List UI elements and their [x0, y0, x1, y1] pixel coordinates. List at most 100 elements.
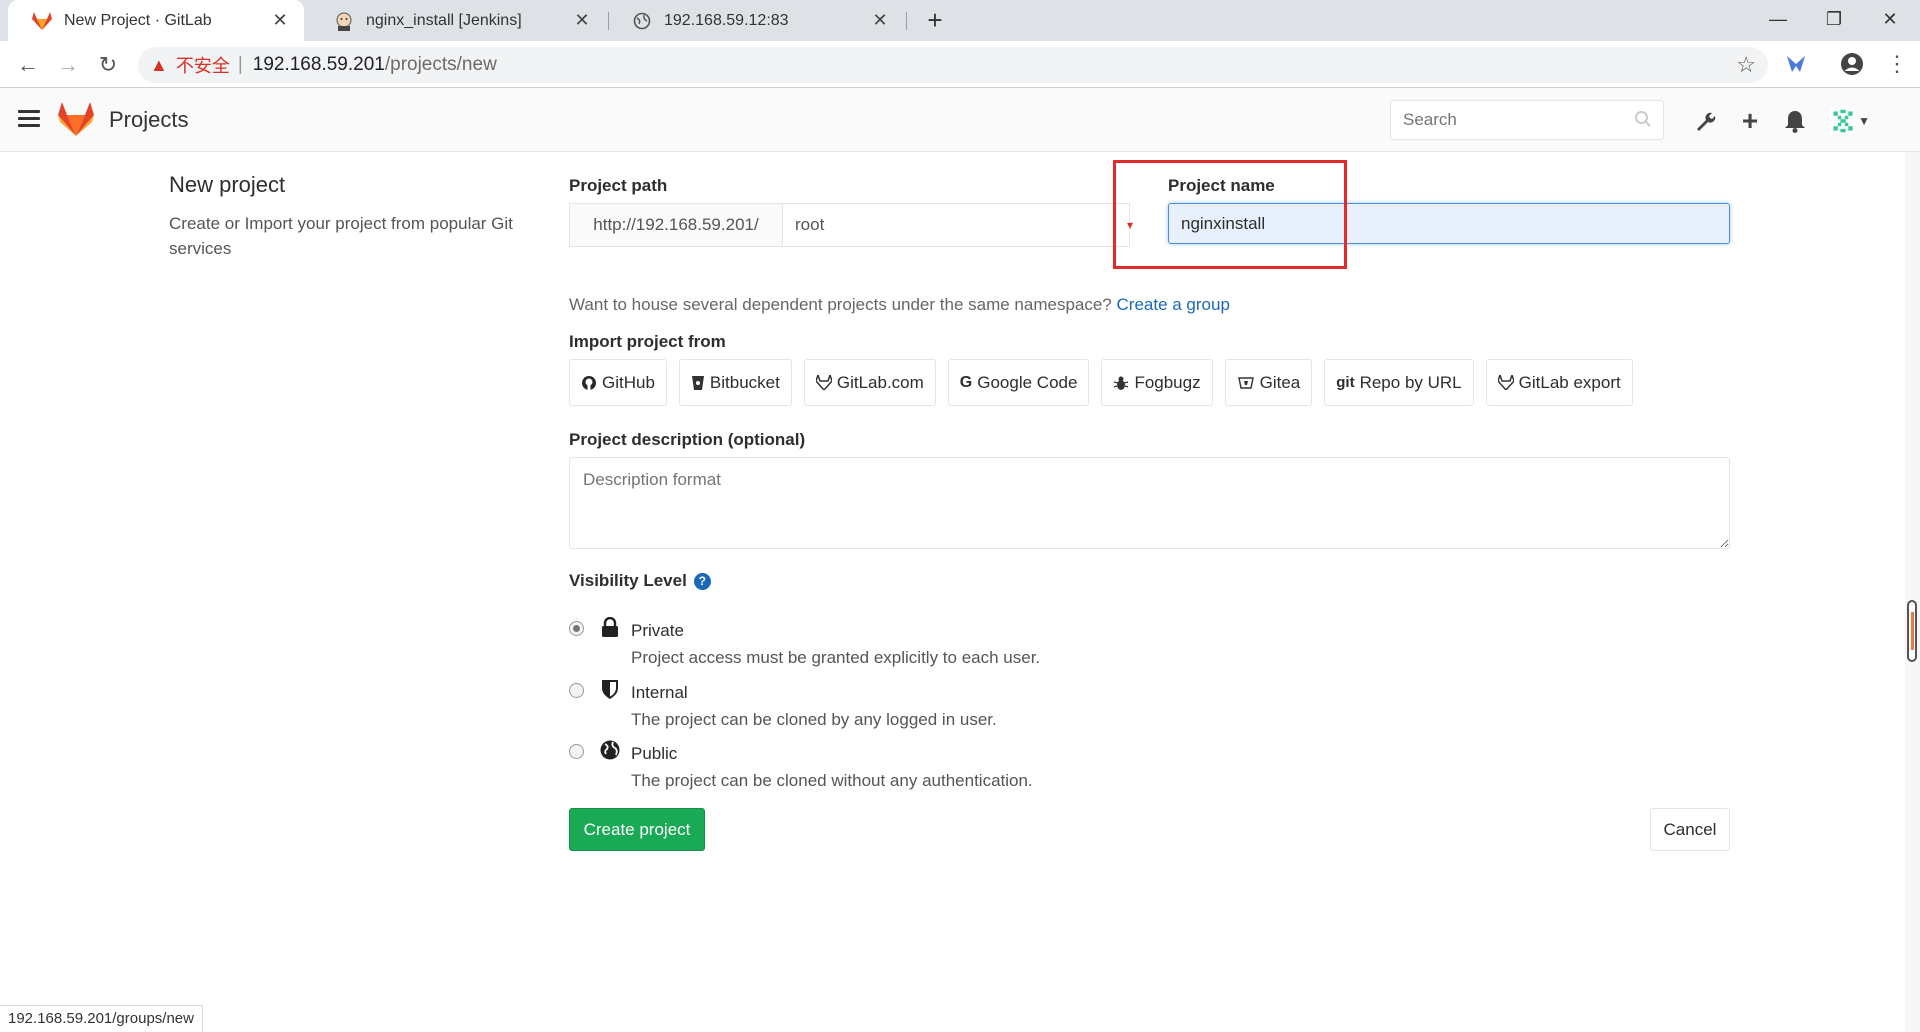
close-window-button[interactable]: ✕	[1862, 0, 1918, 41]
tab-jenkins[interactable]: nginx_install [Jenkins] ✕	[310, 0, 606, 41]
tab-ip[interactable]: 192.168.59.12:83 ✕	[608, 0, 904, 41]
import-source-label: GitHub	[602, 372, 655, 392]
scrollbar-thumb[interactable]	[1907, 600, 1917, 662]
search-input[interactable]	[1390, 100, 1664, 140]
minimize-button[interactable]: —	[1750, 0, 1806, 41]
cancel-button[interactable]: Cancel	[1650, 808, 1730, 851]
visibility-description: The project can be cloned without any au…	[631, 771, 1033, 790]
extension-icon[interactable]	[1785, 54, 1807, 79]
project-path-group: http://192.168.59.201/ root ▾	[569, 203, 1133, 247]
import-source-label: Gitea	[1259, 372, 1301, 392]
lock-icon	[599, 615, 621, 639]
reload-button[interactable]: ↻	[92, 49, 124, 81]
visibility-label-text: Visibility Level	[569, 571, 687, 590]
browser-menu-icon[interactable]: ⋮	[1886, 51, 1908, 77]
new-project-info: New project Create or Import your projec…	[169, 172, 549, 261]
close-tab-icon[interactable]: ✕	[572, 10, 592, 31]
new-tab-button[interactable]: +	[920, 6, 950, 36]
close-tab-icon[interactable]: ✕	[870, 10, 890, 31]
chevron-down-icon: ▼	[1858, 114, 1870, 128]
tab-title: New Project · GitLab	[64, 11, 212, 29]
create-project-button[interactable]: Create project	[569, 808, 705, 851]
import-gitea-button[interactable]: Gitea	[1224, 359, 1313, 406]
url-host: 192.168.59.201	[252, 54, 385, 75]
bitbucket-icon	[691, 375, 705, 391]
notifications-bell-icon[interactable]	[1782, 108, 1808, 134]
account-icon[interactable]	[1840, 52, 1864, 81]
import-gitlab-export-button[interactable]: GitLab export	[1485, 359, 1633, 406]
browser-address-bar: ← → ↻ ▲ 不安全 | 192.168.59.201/projects/ne…	[0, 41, 1920, 88]
internal-radio[interactable]	[569, 683, 584, 698]
help-icon[interactable]: ?	[693, 572, 711, 590]
visibility-title: Public	[631, 744, 678, 763]
user-avatar[interactable]: ▼	[1830, 107, 1870, 135]
namespace-value: root	[795, 215, 825, 234]
bug-icon	[1113, 375, 1129, 391]
import-source-label: GitLab export	[1518, 372, 1621, 392]
import-source-label: GitLab.com	[836, 372, 924, 392]
gitea-icon	[1237, 375, 1255, 391]
bookmark-star-icon[interactable]: ☆	[1736, 52, 1756, 78]
link-status-bar: 192.168.59.201/groups/new	[0, 1005, 203, 1032]
import-sources: GitHub Bitbucket GitLab.com G Google Cod…	[569, 359, 1633, 406]
google-icon: G	[959, 373, 973, 391]
section-description: Create or Import your project from popul…	[169, 214, 513, 258]
namespace-hint-text: Want to house several dependent projects…	[569, 295, 1112, 314]
globe-icon	[599, 738, 621, 762]
gitlab-logo-icon[interactable]	[58, 102, 94, 141]
import-source-label: Bitbucket	[709, 372, 780, 392]
public-radio[interactable]	[569, 744, 584, 759]
project-description-textarea[interactable]	[569, 457, 1730, 549]
back-button[interactable]: ←	[12, 49, 44, 81]
visibility-label: Visibility Level ?	[569, 571, 711, 591]
gitlab-fox-icon	[32, 11, 52, 31]
hamburger-menu-icon[interactable]	[18, 110, 40, 131]
shield-icon	[599, 677, 621, 701]
tab-new-project[interactable]: New Project · GitLab ✕	[8, 0, 304, 41]
import-fogbugz-button[interactable]: Fogbugz	[1101, 359, 1213, 406]
import-source-label: Fogbugz	[1134, 372, 1201, 392]
import-repo-by-url-button[interactable]: git Repo by URL	[1324, 359, 1474, 406]
project-path-label: Project path	[569, 176, 668, 195]
visibility-description: The project can be cloned by any logged …	[631, 710, 997, 729]
jenkins-icon	[334, 11, 354, 31]
search-icon	[1634, 110, 1652, 133]
section-title: New project	[169, 172, 286, 197]
page-scrollbar[interactable]	[1905, 152, 1920, 1032]
insecure-label: 不安全	[175, 56, 230, 76]
gitlab-icon	[815, 375, 832, 390]
new-item-plus-icon[interactable]: +	[1737, 105, 1763, 136]
import-source-label: Google Code	[977, 372, 1078, 392]
tab-separator	[906, 12, 907, 30]
create-group-link[interactable]: Create a group	[1117, 295, 1230, 314]
url-divider: |	[237, 54, 243, 75]
tab-title: 192.168.59.12:83	[664, 11, 789, 29]
url-bar[interactable]: ▲ 不安全 | 192.168.59.201/projects/new ☆	[138, 47, 1768, 83]
visibility-title: Private	[631, 621, 684, 640]
annotation-highlight-box	[1113, 160, 1347, 269]
page-title[interactable]: Projects	[109, 107, 188, 133]
import-github-button[interactable]: GitHub	[569, 359, 667, 406]
github-icon	[581, 375, 597, 391]
import-label: Import project from	[569, 332, 726, 351]
namespace-hint: Want to house several dependent projects…	[569, 295, 1230, 315]
import-bitbucket-button[interactable]: Bitbucket	[678, 359, 792, 406]
private-radio[interactable]	[569, 621, 584, 636]
restore-button[interactable]: ❐	[1806, 0, 1862, 41]
globe-icon	[632, 11, 652, 31]
url-path: /projects/new	[384, 54, 497, 75]
gitlab-header: Projects + ▼	[0, 88, 1920, 152]
visibility-title: Internal	[631, 683, 688, 702]
import-gitlab-com-button[interactable]: GitLab.com	[803, 359, 936, 406]
warning-icon: ▲	[150, 54, 168, 75]
description-label: Project description (optional)	[569, 430, 806, 449]
import-google-code-button[interactable]: G Google Code	[947, 359, 1090, 406]
admin-wrench-icon[interactable]	[1692, 108, 1718, 134]
tab-title: nginx_install [Jenkins]	[366, 11, 522, 29]
forward-button[interactable]: →	[52, 49, 84, 81]
git-icon: git	[1336, 374, 1355, 391]
namespace-select[interactable]: root ▾	[782, 203, 1133, 247]
import-source-label: Repo by URL	[1359, 372, 1462, 392]
path-prefix: http://192.168.59.201/	[569, 203, 782, 247]
close-tab-icon[interactable]: ✕	[270, 10, 290, 31]
